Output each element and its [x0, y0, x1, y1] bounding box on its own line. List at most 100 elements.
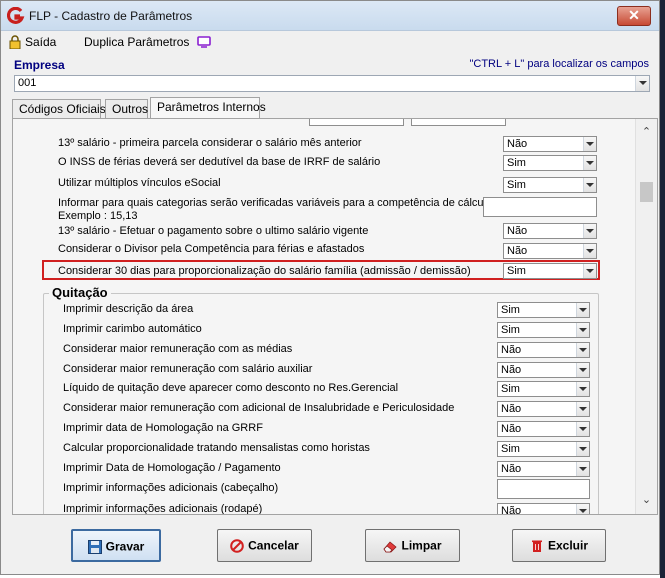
param-value: Sim: [507, 265, 526, 277]
cancelar-button[interactable]: Cancelar: [217, 529, 312, 562]
param-value: Não: [507, 245, 528, 257]
quitacao-label: Calcular proporcionalidade tratando mens…: [63, 442, 370, 454]
param-select[interactable]: Sim: [503, 177, 597, 193]
quitacao-title: Quitação: [49, 285, 111, 300]
categorias-input[interactable]: [483, 197, 597, 217]
cancelar-label: Cancelar: [248, 538, 299, 553]
chevron-down-icon[interactable]: [576, 303, 589, 317]
excluir-label: Excluir: [547, 538, 589, 553]
quitacao-select[interactable]: Sim: [497, 322, 590, 338]
chevron-down-icon[interactable]: [583, 156, 596, 170]
tab-outros[interactable]: Outros: [105, 99, 148, 119]
quitacao-label: Imprimir carimbo automático: [63, 323, 202, 335]
param-label: 13º salário - Efetuar o pagamento sobre …: [58, 225, 369, 237]
window-title: FLP - Cadastro de Parâmetros: [29, 9, 193, 23]
chevron-down-icon[interactable]: [583, 224, 596, 238]
quitacao-select[interactable]: Sim: [497, 302, 590, 318]
parametros-internos-panel: 13º salário - primeira parcela considera…: [12, 118, 658, 515]
param-label: O INSS de férias deverá ser dedutível da…: [58, 156, 381, 168]
param-label: Informar para quais categorias serão ver…: [58, 197, 496, 209]
chevron-down-icon[interactable]: [576, 504, 589, 514]
quitacao-select[interactable]: Não: [497, 401, 590, 417]
vertical-scrollbar[interactable]: ⌃ ⌄: [635, 119, 657, 514]
tab-codigos-oficiais[interactable]: Códigos Oficiais: [12, 99, 106, 119]
quitacao-label: Considerar maior remuneração com adicion…: [63, 402, 455, 414]
quitacao-value: Não: [501, 463, 522, 475]
quitacao-select[interactable]: Não: [497, 342, 590, 358]
close-icon: ✕: [628, 7, 640, 23]
quitacao-select[interactable]: Não: [497, 362, 590, 378]
close-button[interactable]: ✕: [617, 6, 651, 26]
chevron-down-icon[interactable]: [576, 402, 589, 416]
quitacao-label: Líquido de quitação deve aparecer como d…: [63, 382, 399, 394]
window: FLP - Cadastro de Parâmetros ✕ Saída Dup…: [0, 0, 660, 575]
eraser-icon: [383, 541, 398, 553]
chevron-down-icon[interactable]: [576, 323, 589, 337]
param-label: Utilizar múltiplos vínculos eSocial: [58, 177, 221, 189]
background-edge: [660, 0, 665, 578]
limpar-label: Limpar: [401, 538, 442, 553]
quitacao-select[interactable]: Não: [497, 503, 590, 514]
chevron-down-icon[interactable]: [576, 422, 589, 436]
quitacao-label: Imprimir Data de Homologação / Pagamento: [63, 462, 281, 474]
excluir-button[interactable]: Excluir: [512, 529, 606, 562]
chevron-down-icon[interactable]: [576, 363, 589, 377]
param-select[interactable]: Sim: [503, 263, 597, 279]
param-label: 13º salário - primeira parcela considera…: [58, 137, 362, 149]
quitacao-label: Imprimir descrição da área: [63, 303, 194, 315]
chevron-down-icon[interactable]: [583, 178, 596, 192]
scroll-thumb[interactable]: [640, 182, 653, 202]
scroll-up-icon[interactable]: ⌃: [636, 125, 657, 143]
limpar-button[interactable]: Limpar: [365, 529, 460, 562]
info-cabecalho-input[interactable]: [497, 479, 590, 499]
partial-select[interactable]: [309, 119, 404, 126]
partial-select[interactable]: [411, 119, 506, 126]
scroll-down-icon[interactable]: ⌄: [636, 493, 657, 511]
quitacao-value: Não: [501, 423, 522, 435]
quitacao-value: Não: [501, 403, 522, 415]
chevron-down-icon[interactable]: [576, 343, 589, 357]
quitacao-label: Imprimir informações adicionais (rodapé): [63, 503, 263, 514]
saida-label: Saída: [25, 35, 57, 49]
chevron-down-icon[interactable]: [583, 264, 596, 278]
chevron-down-icon[interactable]: [583, 137, 596, 151]
param-select[interactable]: Sim: [503, 155, 597, 171]
param-select[interactable]: Não: [503, 136, 597, 152]
lock-icon: [9, 35, 21, 49]
empresa-select[interactable]: 001: [14, 75, 650, 92]
search-hint: "CTRL + L" para localizar os campos: [469, 58, 649, 70]
quitacao-select[interactable]: Não: [497, 461, 590, 477]
chevron-down-icon[interactable]: [583, 244, 596, 258]
quitacao-select[interactable]: Não: [497, 421, 590, 437]
title-bar: FLP - Cadastro de Parâmetros ✕: [1, 1, 659, 31]
param-value: Não: [507, 225, 528, 237]
quitacao-select[interactable]: Sim: [497, 441, 590, 457]
param-label-example: Exemplo : 15,13: [58, 210, 138, 222]
gravar-button[interactable]: Gravar: [71, 529, 161, 562]
quitacao-value: Sim: [501, 383, 520, 395]
quitacao-value: Não: [501, 344, 522, 356]
tab-label: Parâmetros Internos: [157, 100, 266, 114]
quitacao-label: Considerar maior remuneração com as médi…: [63, 343, 293, 355]
quitacao-label: Imprimir data de Homologação na GRRF: [63, 422, 263, 434]
cancel-icon: [230, 539, 244, 553]
param-select[interactable]: Não: [503, 223, 597, 239]
gravar-label: Gravar: [105, 539, 145, 554]
chevron-down-icon[interactable]: [576, 462, 589, 476]
quitacao-value: Não: [501, 505, 522, 514]
tab-parametros-internos[interactable]: Parâmetros Internos: [150, 97, 266, 119]
chevron-down-icon[interactable]: [576, 442, 589, 456]
quitacao-value: Não: [501, 364, 522, 376]
chevron-down-icon[interactable]: [635, 76, 649, 91]
tab-label: Outros: [112, 102, 149, 116]
param-label: Considerar 30 dias para proporcionalizaç…: [58, 265, 471, 277]
quitacao-label: Imprimir informações adicionais (cabeçal…: [63, 482, 279, 494]
quitacao-select[interactable]: Sim: [497, 381, 590, 397]
param-select[interactable]: Não: [503, 243, 597, 259]
param-value: Não: [507, 138, 528, 150]
param-label: Considerar o Divisor pela Competência pa…: [58, 243, 365, 255]
chevron-down-icon[interactable]: [576, 382, 589, 396]
quitacao-value: Sim: [501, 443, 520, 455]
scroll-content: 13º salário - primeira parcela considera…: [13, 119, 635, 514]
app-logo-icon: [7, 7, 25, 24]
